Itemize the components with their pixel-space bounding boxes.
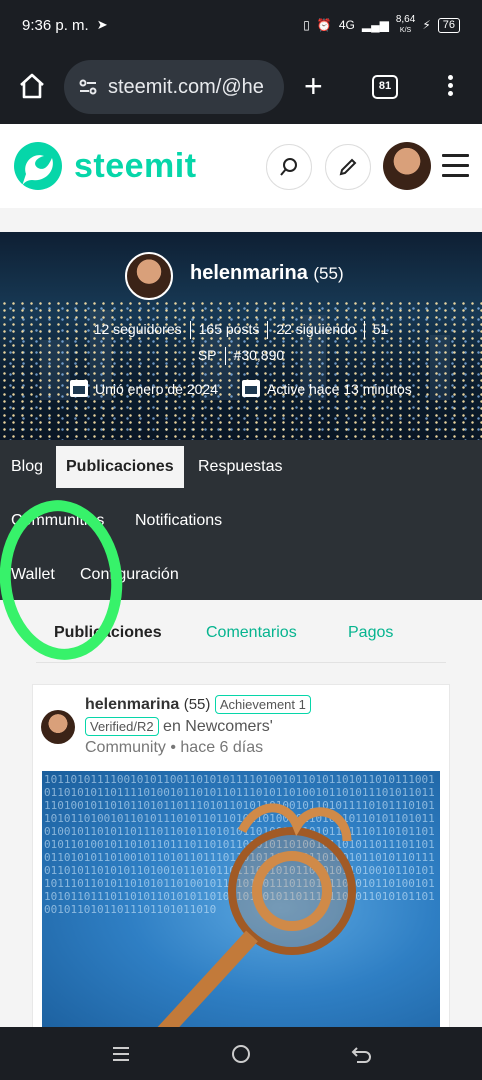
more-icon[interactable] xyxy=(440,72,460,102)
rank-value: #30,890 xyxy=(233,347,285,363)
battery-indicator: 76 xyxy=(437,17,460,33)
status-time: 9:36 p. m. xyxy=(22,16,89,34)
profile-stats: 12 seguidores 165 posts 22 siguiendo 51 SP #… xyxy=(0,316,482,368)
profile-reputation: (55) xyxy=(313,264,344,283)
tab-respuestas[interactable]: Respuestas xyxy=(198,458,283,476)
active-status: Active hace 13 minutos xyxy=(267,380,412,397)
following-link[interactable]: 22 siguiendo xyxy=(276,321,355,337)
sp-label: SP xyxy=(197,347,217,363)
verified-badge: Verified/R2 xyxy=(85,717,159,736)
browser-toolbar: steemit.com/@he + 81 xyxy=(0,50,482,124)
post-author-avatar[interactable] xyxy=(41,710,75,744)
post-image[interactable]: 1011010111100101011001101010111101001011… xyxy=(42,771,440,1027)
steemit-logo[interactable]: steemit xyxy=(12,140,197,192)
joined-date: Unió enero de 2024 xyxy=(95,380,218,397)
header-gap xyxy=(0,208,482,232)
address-bar[interactable]: steemit.com/@he xyxy=(64,60,284,114)
site-header: steemit xyxy=(0,124,482,208)
post-community-prefix[interactable]: en Newcomers' xyxy=(163,718,273,735)
recent-apps-icon[interactable] xyxy=(109,1042,133,1066)
followers-link[interactable]: 12 seguidores xyxy=(94,321,182,337)
subtab-pagos[interactable]: Pagos xyxy=(348,624,393,642)
search-icon xyxy=(280,158,297,176)
calendar-icon xyxy=(70,380,88,397)
signal-icon: ▂▄▆ xyxy=(361,18,389,32)
calendar-icon xyxy=(242,380,260,397)
post-meta-line-2: Community • hace 6 días xyxy=(85,739,263,757)
profile-avatar xyxy=(125,252,173,300)
tab-notifications[interactable]: Notifications xyxy=(135,512,222,530)
post-card[interactable]: helenmarina (55) Achievement 1 Verified/… xyxy=(32,684,450,1027)
network-label: 4G xyxy=(338,18,355,32)
menu-icon[interactable] xyxy=(442,154,469,184)
write-post-button[interactable] xyxy=(325,144,371,190)
achievement-badge: Achievement 1 xyxy=(214,695,311,714)
url-text[interactable]: steemit.com/@he xyxy=(108,76,264,99)
tabs-icon[interactable]: 81 xyxy=(372,75,398,99)
site-settings-icon[interactable] xyxy=(78,77,98,97)
vibrate-icon: ▯ xyxy=(303,18,310,32)
tab-blog[interactable]: Blog xyxy=(11,458,43,476)
post-meta-line: Verified/R2 en Newcomers' xyxy=(85,717,273,736)
steemit-logo-icon xyxy=(14,142,62,190)
home-nav-icon[interactable] xyxy=(229,1042,253,1066)
telegram-icon: ➤ xyxy=(96,17,108,32)
post-author[interactable]: helenmarina (55) Achievement 1 xyxy=(85,695,311,714)
divider xyxy=(36,662,446,663)
subtab-comentarios[interactable]: Comentarios xyxy=(206,624,297,642)
back-icon[interactable] xyxy=(349,1042,373,1066)
web-page: steemit helenmarina (55) 12 seguidores 16… xyxy=(0,124,482,1027)
system-nav-bar xyxy=(0,1027,482,1080)
charging-icon: ⚡ xyxy=(422,18,431,32)
user-avatar[interactable] xyxy=(383,142,431,190)
speed-label: 8,64 K/S xyxy=(395,13,416,34)
alarm-icon: ⏰ xyxy=(316,18,332,32)
search-button[interactable] xyxy=(266,144,312,190)
post-author-reputation: (55) xyxy=(183,696,211,713)
profile-name: helenmarina (55) xyxy=(190,262,344,284)
home-icon[interactable] xyxy=(18,72,46,100)
post-time: • hace 6 días xyxy=(170,739,264,756)
tab-publicaciones[interactable]: Publicaciones xyxy=(56,446,184,488)
logo-text: steemit xyxy=(74,146,197,185)
profile-meta: Unió enero de 2024 Active hace 13 minuto… xyxy=(70,380,412,397)
post-community-name[interactable]: Community xyxy=(85,739,166,756)
sp-value: 51 xyxy=(372,321,389,337)
pencil-icon xyxy=(339,158,357,176)
golden-key-illustration xyxy=(157,803,356,1027)
posts-count: 165 posts xyxy=(198,321,260,337)
plus-icon[interactable]: + xyxy=(304,70,323,102)
status-bar: 9:36 p. m. ➤ ▯ ⏰ 4G ▂▄▆ 8,64 K/S ⚡ 76 xyxy=(0,0,482,50)
profile-cover: helenmarina (55) 12 seguidores 165 posts 2… xyxy=(0,232,482,440)
